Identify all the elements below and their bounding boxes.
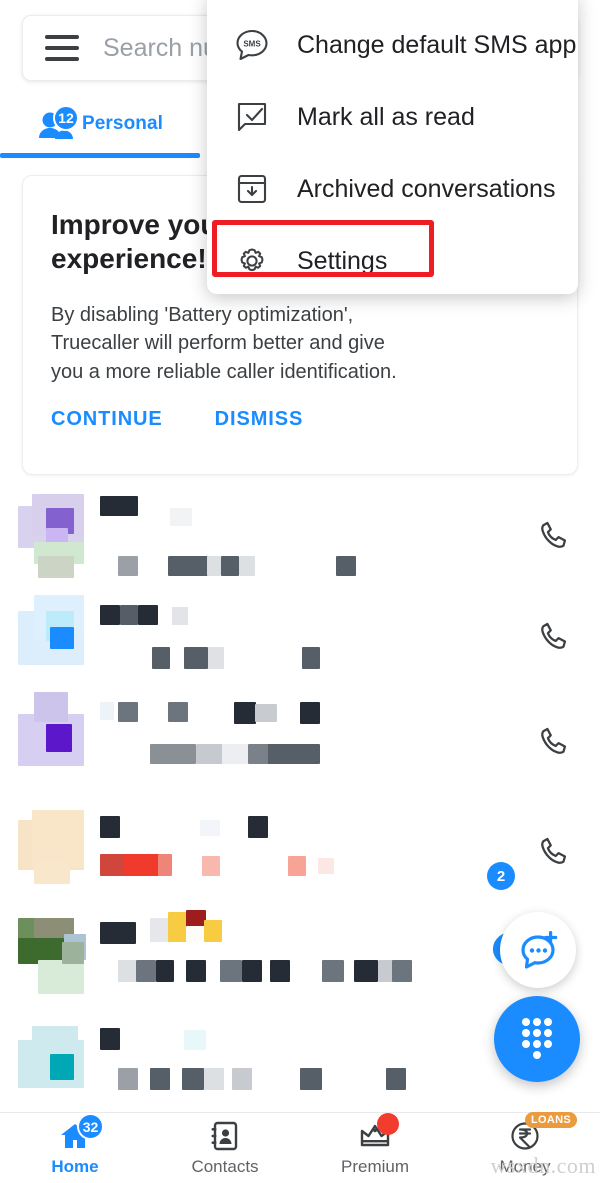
avatar	[18, 494, 84, 578]
menu-item-label: Archived conversations	[297, 174, 556, 203]
promo-actions: CONTINUE DISMISS	[51, 408, 303, 431]
message-plus-icon	[521, 931, 558, 969]
promo-body: By disabling 'Battery optimization', Tru…	[51, 304, 397, 383]
phone-icon[interactable]	[538, 619, 572, 653]
dialpad-icon	[522, 1018, 552, 1059]
phone-icon[interactable]	[538, 724, 572, 758]
crown-icon	[353, 1113, 399, 1153]
tab-active-indicator	[0, 153, 200, 158]
nav-item-contacts[interactable]: Contacts	[150, 1113, 300, 1183]
home-badge-count: 32	[77, 1113, 104, 1140]
dialpad-fab[interactable]	[494, 996, 580, 1082]
app-screen: 12 Personal Improve your experience! By …	[0, 0, 600, 1183]
sms-bubble-icon: SMS	[233, 26, 271, 64]
tab-personal[interactable]: 12 Personal	[0, 92, 200, 156]
menu-item-label: Change default SMS app	[297, 30, 577, 59]
continue-button[interactable]: CONTINUE	[51, 408, 163, 431]
unread-count-badge: 2	[487, 862, 515, 890]
new-message-fab[interactable]	[500, 912, 576, 988]
menu-item-archived-conversations[interactable]: Archived conversations	[207, 158, 578, 220]
phone-icon[interactable]	[538, 518, 572, 552]
home-icon: 32	[53, 1113, 104, 1153]
hamburger-menu-icon[interactable]	[45, 35, 79, 61]
nav-home-label: Home	[51, 1157, 99, 1176]
menu-item-label: Mark all as read	[297, 102, 475, 131]
contacts-icon	[203, 1119, 247, 1153]
list-item[interactable]: 2	[0, 802, 600, 902]
list-item[interactable]	[0, 587, 600, 687]
nav-contacts-label: Contacts	[191, 1157, 259, 1176]
phone-icon[interactable]	[538, 834, 572, 868]
list-item[interactable]	[0, 692, 600, 792]
nav-premium-label: Premium	[340, 1157, 409, 1176]
menu-item-label: Settings	[297, 246, 388, 275]
dismiss-button[interactable]: DISMISS	[215, 408, 304, 431]
mark-read-icon	[233, 98, 271, 136]
avatar	[18, 918, 86, 1002]
avatar	[18, 1026, 84, 1110]
list-item[interactable]	[0, 486, 600, 586]
nav-item-premium[interactable]: Premium	[300, 1113, 450, 1183]
loans-badge: LOANS	[525, 1112, 577, 1128]
tab-personal-label: Personal	[81, 113, 164, 134]
people-icon: 12	[37, 105, 79, 141]
overflow-menu: SMS Change default SMS app Mark all as r…	[207, 0, 578, 294]
nav-item-home[interactable]: 32 Home	[0, 1113, 150, 1183]
watermark: wsxdn.com	[490, 1153, 596, 1178]
menu-item-settings[interactable]: Settings	[207, 230, 578, 292]
avatar	[18, 810, 84, 894]
svg-text:SMS: SMS	[243, 40, 261, 49]
gear-icon	[233, 242, 271, 280]
menu-item-mark-all-read[interactable]: Mark all as read	[207, 86, 578, 148]
premium-alert-dot	[377, 1113, 399, 1135]
rupee-icon: LOANS	[503, 1112, 577, 1153]
avatar	[18, 595, 84, 679]
avatar	[18, 692, 84, 784]
tab-badge-count: 12	[52, 105, 79, 131]
menu-item-change-sms-app[interactable]: SMS Change default SMS app	[207, 14, 578, 76]
archive-download-icon	[233, 170, 271, 208]
